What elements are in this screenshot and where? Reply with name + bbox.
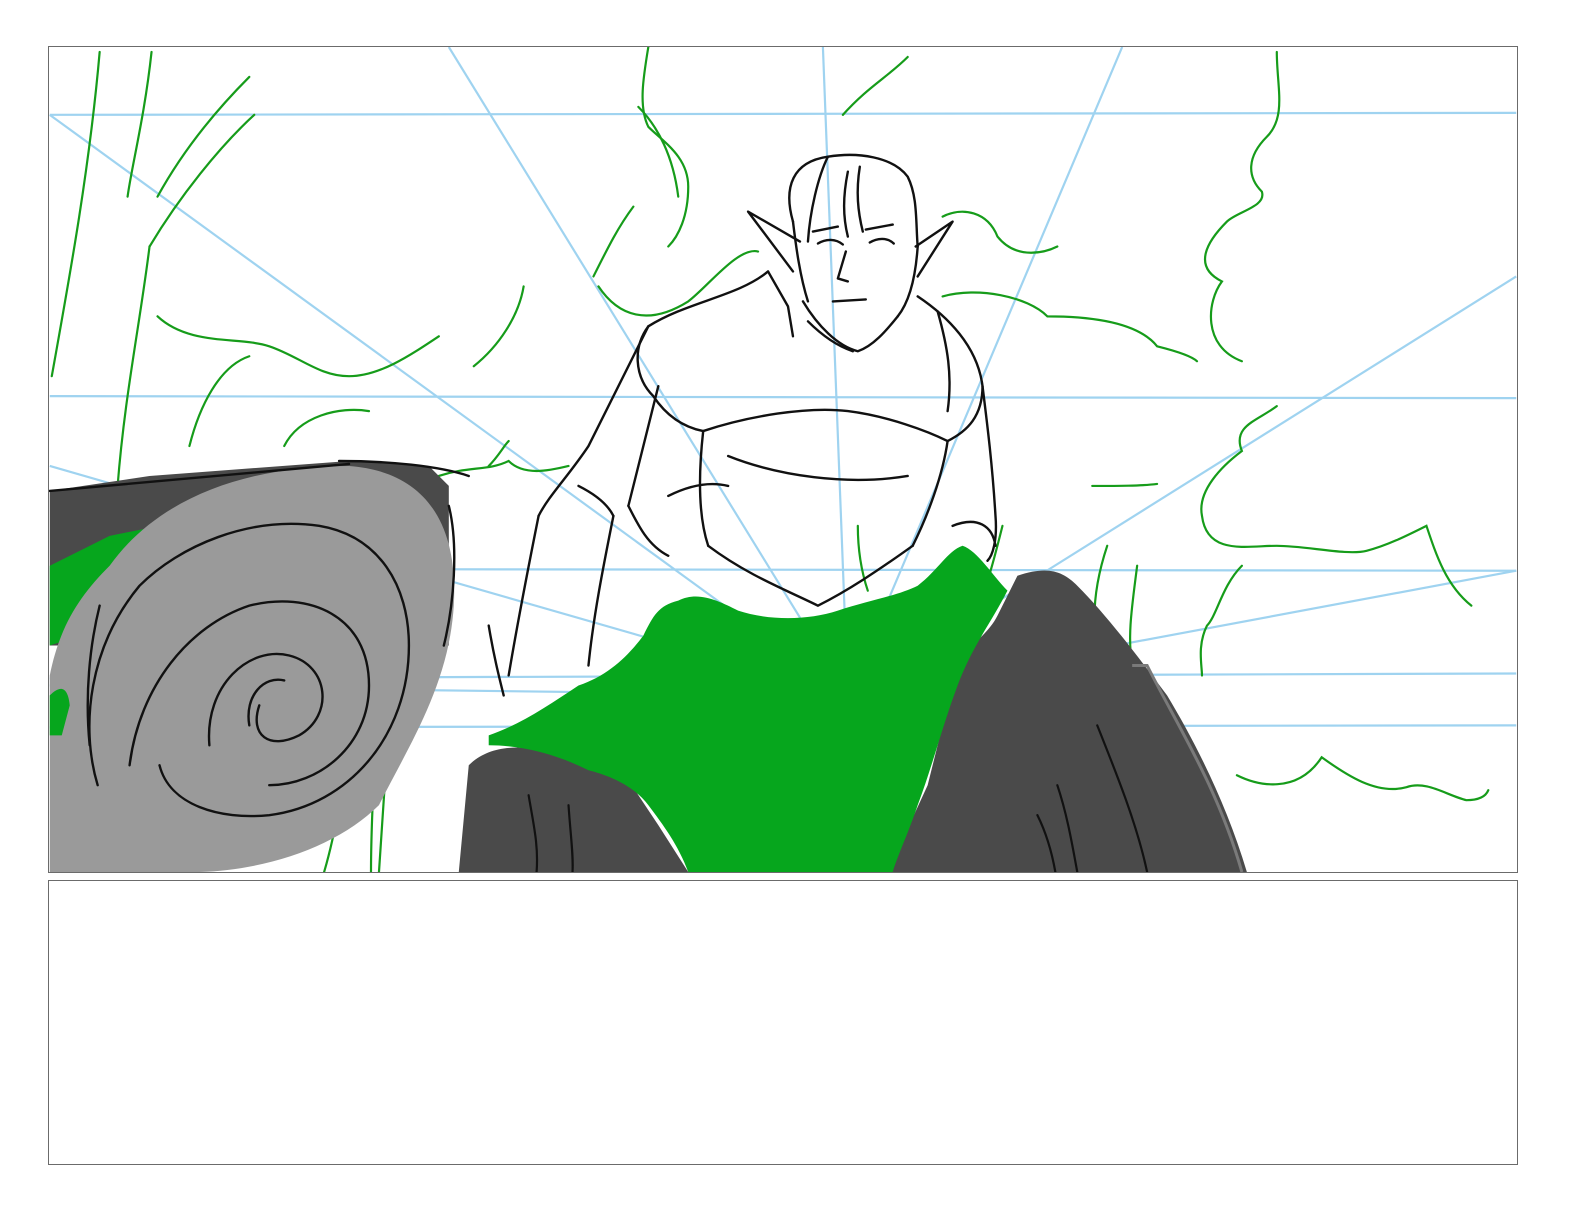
log	[49, 459, 470, 872]
moss-covered-rock	[458, 545, 1247, 872]
notes-box[interactable]	[48, 880, 1518, 1165]
storyboard-page	[0, 0, 1584, 1224]
storyboard-panel	[48, 46, 1518, 873]
notes-text	[49, 881, 1517, 909]
storyboard-sketch	[49, 47, 1517, 872]
